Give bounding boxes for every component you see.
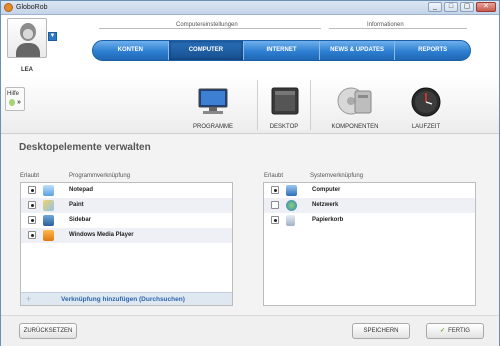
- category-desktop[interactable]: DESKTOP: [257, 80, 311, 130]
- nav-reports[interactable]: REPORTS: [395, 41, 470, 60]
- list-item-label: Sidebar: [69, 217, 92, 223]
- list-item-label: Windows Media Player: [69, 232, 134, 238]
- harddisk-icon: [337, 87, 372, 115]
- program-shortcut-list: Notepad Paint Sidebar Windows Media Play…: [20, 182, 233, 306]
- desktop-icon: [271, 87, 299, 115]
- window-title: GloboRob: [16, 4, 48, 11]
- forward-icon: »: [17, 99, 21, 106]
- nav-news-updates[interactable]: NEWS & UPDATES: [320, 41, 396, 60]
- list-item[interactable]: Paint: [21, 198, 232, 213]
- list-item[interactable]: Windows Media Player: [21, 228, 232, 243]
- paint-icon: [43, 200, 54, 211]
- restore-button[interactable]: □: [444, 2, 458, 12]
- allow-toggle-paint[interactable]: [28, 201, 36, 209]
- user-name: LEA: [21, 67, 33, 73]
- list-item-label: Paint: [69, 202, 84, 208]
- list-item-label: Papierkorb: [312, 217, 344, 223]
- allow-toggle-sidebar[interactable]: [28, 216, 36, 224]
- list-item-label: Notepad: [69, 187, 93, 193]
- category-label-programme: PROGRAMME: [192, 124, 233, 130]
- done-button[interactable]: ✓ FERTIG: [426, 323, 484, 339]
- help-label: Hilfe: [7, 91, 20, 97]
- network-globe-icon: [286, 200, 297, 211]
- list-item-label: Netzwerk: [312, 202, 339, 208]
- maximize-button[interactable]: ▢: [460, 2, 474, 12]
- category-label-laufzeit: LAUFZEIT: [411, 124, 441, 130]
- reset-button[interactable]: ZURÜCKSETZEN: [19, 323, 77, 339]
- computer-icon: [286, 185, 297, 196]
- notepad-icon: [43, 185, 54, 196]
- list-item[interactable]: Computer: [264, 183, 475, 198]
- left-col-name: Programmverknüpfung: [69, 173, 131, 179]
- clock-icon: [411, 87, 441, 117]
- app-logo-icon: [4, 3, 13, 12]
- allow-toggle-windows-media-player[interactable]: [28, 231, 36, 239]
- category-label-desktop: DESKTOP: [269, 124, 299, 130]
- nav-internet[interactable]: INTERNET: [244, 41, 320, 60]
- category-programme[interactable]: PROGRAMME: [186, 80, 240, 130]
- nav-group-divider: [99, 28, 321, 29]
- allow-toggle-netzwerk[interactable]: [271, 201, 279, 209]
- app-window: GloboRob _ □ ▢ ✕ ▼ LEA Computereinstellu…: [0, 0, 500, 346]
- category-laufzeit[interactable]: LAUFZEIT: [399, 80, 453, 130]
- allow-toggle-computer[interactable]: [271, 186, 279, 194]
- close-button[interactable]: ✕: [476, 2, 496, 12]
- right-col-allowed: Erlaubt: [264, 173, 284, 179]
- main-nav: KONTEN COMPUTER INTERNET NEWS & UPDATES …: [92, 40, 471, 61]
- nav-group-divider: [329, 28, 467, 29]
- list-item-label: Computer: [312, 187, 341, 193]
- list-item[interactable]: Papierkorb: [264, 213, 475, 228]
- checkmark-icon: ✓: [440, 328, 446, 334]
- system-shortcut-list: Computer Netzwerk Papierkorb: [263, 182, 476, 306]
- plus-icon: +: [26, 294, 32, 304]
- lightbulb-icon: [9, 99, 15, 106]
- category-label-komponenten: KOMPONENTEN: [331, 124, 379, 130]
- minimize-button[interactable]: _: [428, 2, 442, 12]
- sidebar-icon: [43, 215, 54, 226]
- list-item[interactable]: Netzwerk: [264, 198, 475, 213]
- right-col-name: Systemverknüpfung: [310, 173, 364, 179]
- save-button[interactable]: SPEICHERN: [352, 323, 410, 339]
- nav-computer[interactable]: COMPUTER: [168, 41, 245, 60]
- left-col-allowed: Erlaubt: [20, 173, 40, 179]
- list-item[interactable]: Sidebar: [21, 213, 232, 228]
- user-dropdown-icon[interactable]: ▼: [48, 32, 57, 41]
- done-button-label: FERTIG: [448, 328, 470, 334]
- footer: ZURÜCKSETZEN SPEICHERN ✓ FERTIG: [1, 315, 499, 346]
- monitor-icon: [198, 88, 228, 114]
- avatar-body-shape: [16, 43, 40, 57]
- category-bar: Hilfe » PROGRAMME DESKTOP KOMPONENTEN LA…: [1, 77, 499, 134]
- title-bar: GloboRob _ □ ▢ ✕: [1, 1, 499, 15]
- recycle-bin-icon: [286, 215, 295, 226]
- list-item[interactable]: Notepad: [21, 183, 232, 198]
- section-title: Desktopelemente verwalten: [19, 142, 151, 153]
- allow-toggle-notepad[interactable]: [28, 186, 36, 194]
- avatar[interactable]: [7, 18, 47, 58]
- category-komponenten[interactable]: KOMPONENTEN: [328, 80, 382, 130]
- allow-toggle-papierkorb[interactable]: [271, 216, 279, 224]
- save-button-label: SPEICHERN: [363, 328, 399, 334]
- media-player-icon: [43, 230, 54, 241]
- avatar-face-shape: [23, 29, 33, 39]
- add-shortcut-button[interactable]: + Verknüpfung hinzufügen (Durchsuchen): [21, 292, 232, 305]
- add-shortcut-label: Verknüpfung hinzufügen (Durchsuchen): [61, 296, 185, 303]
- header: ▼ LEA Computereinstellungen Informatione…: [1, 15, 499, 77]
- nav-konten[interactable]: KONTEN: [93, 41, 169, 60]
- window-controls: _ □ ▢ ✕: [428, 2, 496, 12]
